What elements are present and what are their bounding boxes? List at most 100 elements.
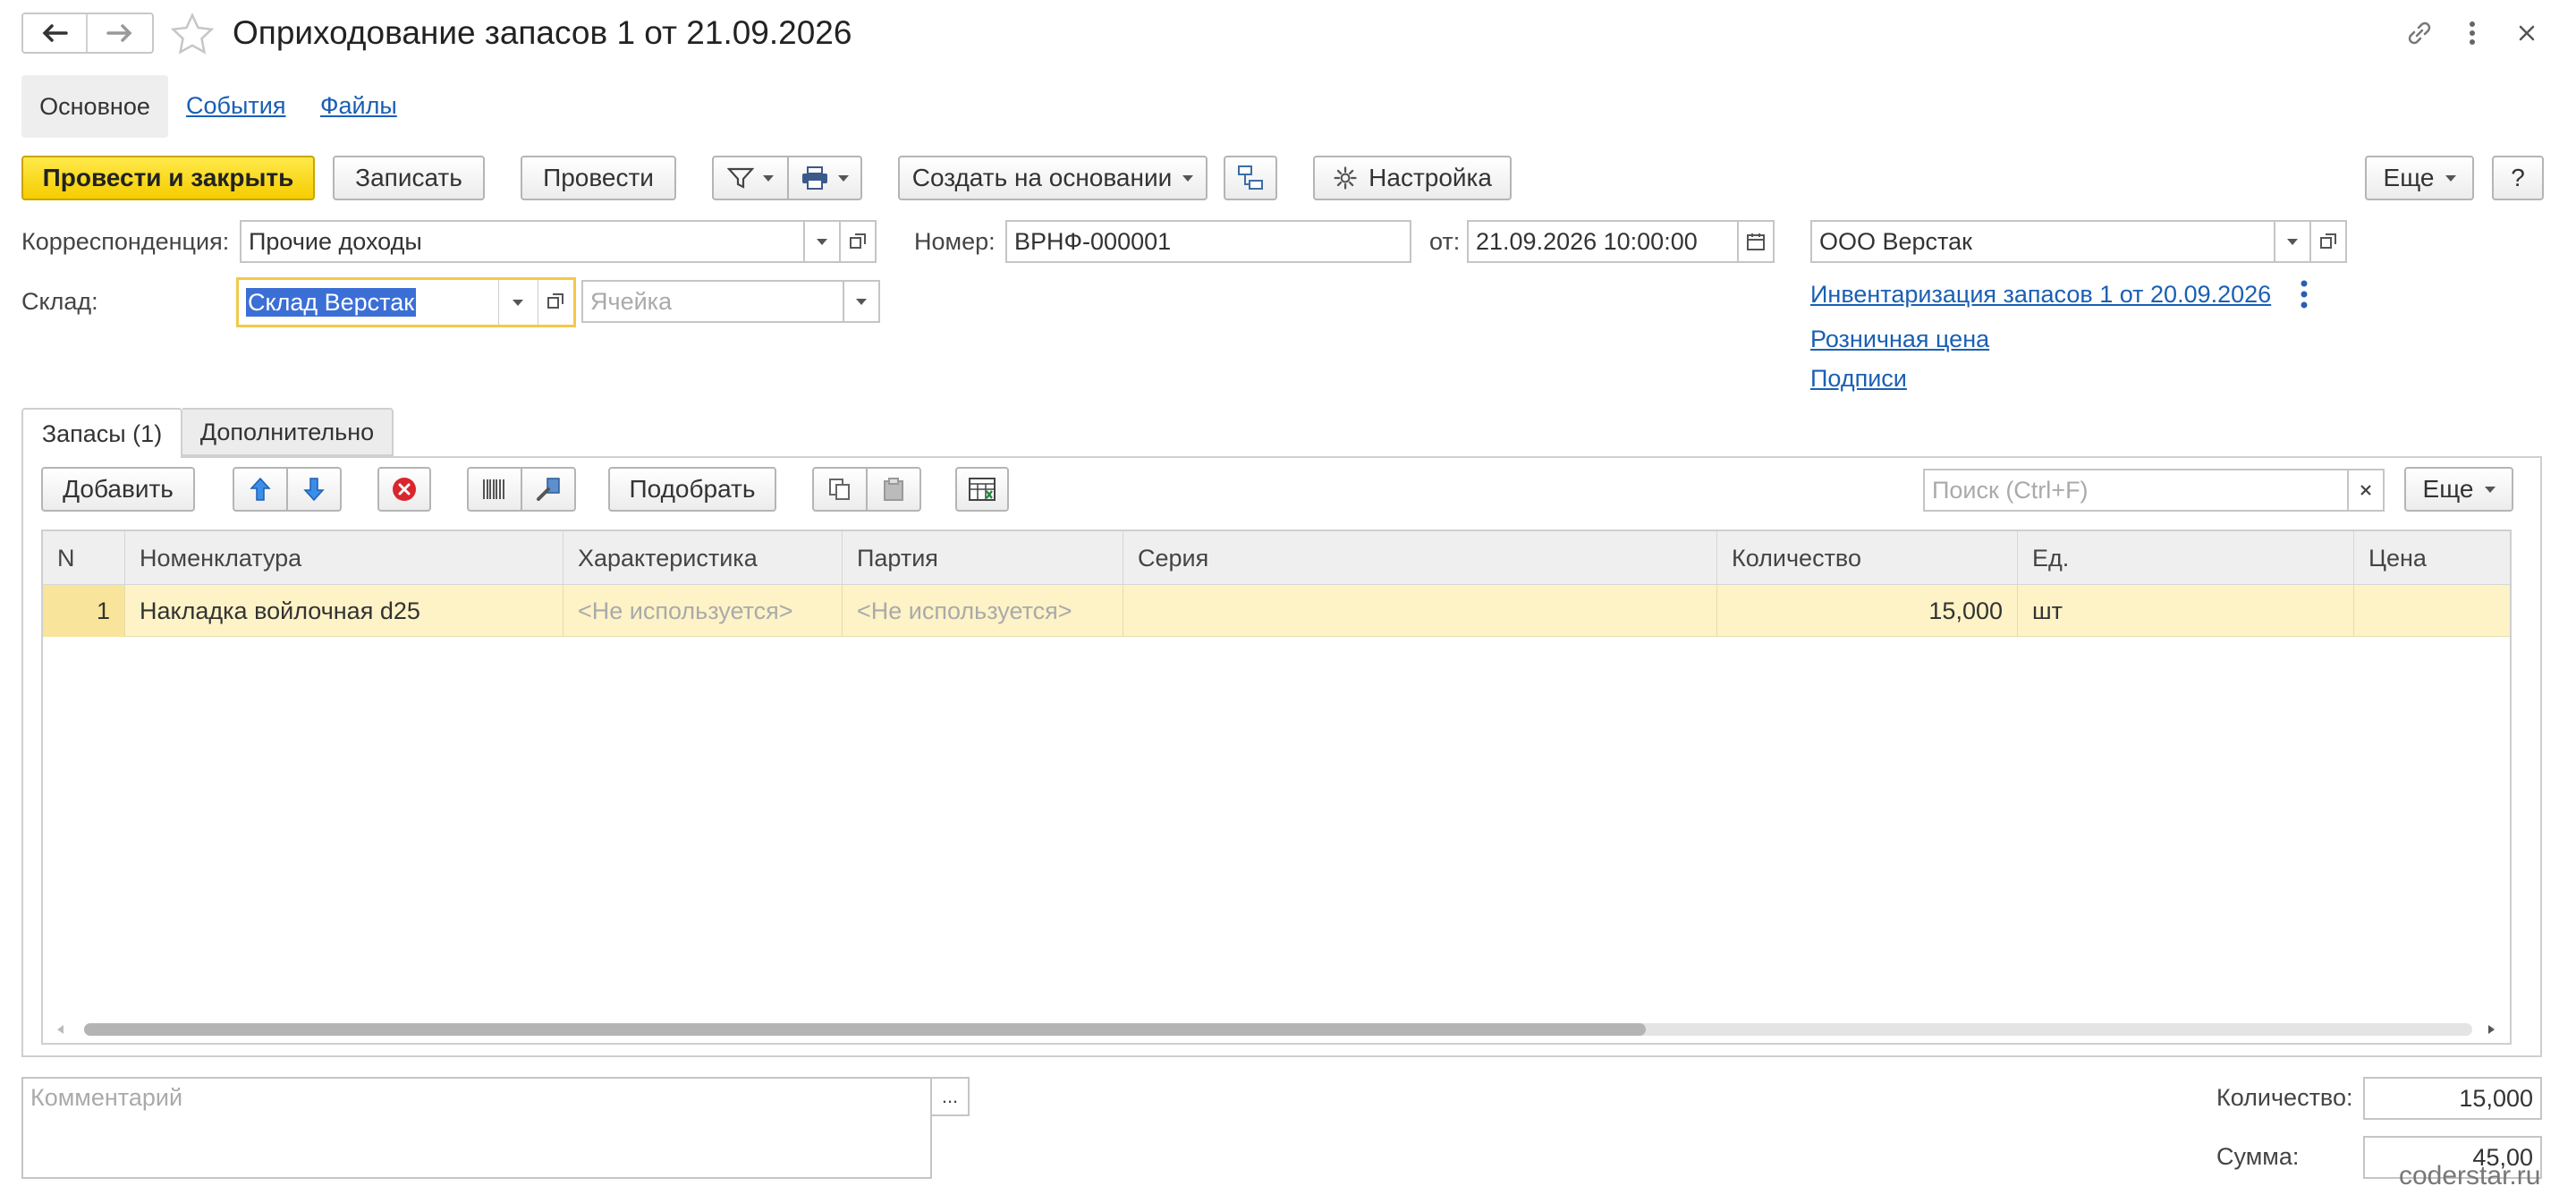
number-field[interactable]: ВРНФ-000001 [1005,220,1411,263]
column-header-item[interactable]: Номенклатура [125,531,564,585]
close-icon [2360,485,2371,496]
paste-button[interactable] [866,467,921,512]
total-sum-label: Сумма: [2216,1143,2300,1170]
date-field[interactable]: 21.09.2026 10:00:00 [1467,220,1739,263]
arrow-down-icon [303,478,325,502]
search-input[interactable]: Поиск (Ctrl+F) [1923,469,2349,512]
tab-stocks[interactable]: Запасы (1) [21,408,182,458]
kebab-menu-icon[interactable] [2462,18,2483,48]
column-header-characteristic[interactable]: Характеристика [564,531,843,585]
search-clear-button[interactable] [2347,469,2385,512]
copy-button[interactable] [812,467,868,512]
cell-quantity[interactable]: 15,000 [1717,585,2018,637]
scrollbar-thumb[interactable] [84,1023,1646,1036]
help-button[interactable]: ? [2492,156,2544,200]
correspondence-open[interactable] [839,220,877,263]
table-more-button[interactable]: Еще [2404,467,2513,512]
inventory-link[interactable]: Инвентаризация запасов 1 от 20.09.2026 [1810,281,2271,309]
scroll-right-icon[interactable] [2488,1025,2495,1034]
chevron-down-icon [856,298,867,305]
cell-field[interactable]: Ячейка [581,280,844,323]
open-window-icon [850,233,866,249]
cell-batch[interactable]: <Не используется> [843,585,1123,637]
scanner-icon [537,478,560,501]
cell-series[interactable] [1123,585,1717,637]
warehouse-field[interactable]: Склад Верстак [236,277,576,327]
more-label: Еще [2383,164,2435,191]
column-header-series[interactable]: Серия [1123,531,1717,585]
funnel-icon [727,167,754,189]
arrow-left-icon [42,24,68,42]
tab-additional[interactable]: Дополнительно [182,408,394,456]
column-header-unit[interactable]: Ед. [2018,531,2354,585]
correspondence-field[interactable]: Прочие доходы [240,220,805,263]
delete-row-button[interactable] [377,467,431,512]
forward-button[interactable] [88,14,152,52]
excel-button[interactable] [955,467,1009,512]
warehouse-value: Склад Верстак [246,288,417,317]
paste-icon [884,478,903,501]
chevron-down-icon [817,238,827,245]
open-window-icon[interactable] [547,292,564,310]
tab-additional-label: Дополнительно [199,418,375,445]
tab-files[interactable]: Файлы [320,92,397,120]
scanner-button[interactable] [521,467,576,512]
table-row[interactable]: 1 Накладка войлочная d25 <Не используетс… [43,585,2510,637]
printer-icon [802,166,827,190]
structure-button[interactable] [1224,156,1277,200]
add-row-button[interactable]: Добавить [41,467,195,512]
watermark: coderstar.ru [2399,1161,2541,1190]
back-button[interactable] [23,14,88,52]
tab-events[interactable]: События [186,92,285,120]
cell-item[interactable]: Накладка войлочная d25 [125,585,564,637]
post-and-close-button[interactable]: Провести и закрыть [21,156,315,200]
calendar-icon [1747,233,1765,250]
tab-main-label: Основное [39,92,150,120]
print-dropdown-button[interactable] [787,156,862,200]
save-button[interactable]: Записать [333,156,485,200]
scroll-left-icon[interactable] [57,1025,64,1034]
cell-unit[interactable]: шт [2018,585,2354,637]
column-header-n[interactable]: N [43,531,125,585]
delete-icon [393,478,416,501]
table-header: N Номенклатура Характеристика Партия Сер… [43,531,2510,585]
favorite-star-icon[interactable] [170,13,215,55]
settings-button[interactable]: Настройка [1313,156,1512,200]
column-header-price[interactable]: Цена [2354,531,2510,585]
warehouse-label: Склад: [21,288,98,315]
filter-dropdown-button[interactable] [712,156,789,200]
barcode-button[interactable] [467,467,522,512]
signatures-link[interactable]: Подписи [1810,365,1907,393]
horizontal-scrollbar[interactable] [43,1016,2510,1043]
nav-group [21,13,154,54]
pick-button[interactable]: Подобрать [608,467,776,512]
retail-price-link[interactable]: Розничная цена [1810,326,1989,353]
column-header-quantity[interactable]: Количество [1717,531,2018,585]
organization-dropdown[interactable] [2274,220,2311,263]
comment-field[interactable]: Комментарий [21,1077,932,1179]
cell-n[interactable]: 1 [43,585,125,637]
more-button[interactable]: Еще [2365,156,2474,200]
move-down-button[interactable] [286,467,342,512]
link-icon[interactable] [2404,18,2435,48]
organization-field[interactable]: ООО Верстак [1810,220,2275,263]
calendar-button[interactable] [1737,220,1775,263]
hierarchy-icon [1238,165,1263,190]
kebab-menu-icon[interactable] [2293,277,2315,311]
column-header-batch[interactable]: Партия [843,531,1123,585]
chevron-down-icon[interactable] [513,300,523,306]
comment-expand-button[interactable]: ... [930,1077,970,1116]
cell-dropdown[interactable] [843,280,880,323]
correspondence-dropdown[interactable] [803,220,841,263]
page-title: Оприходование запасов 1 от 21.09.2026 [233,14,852,51]
number-label: Номер: [914,228,996,255]
create-based-on-button[interactable]: Создать на основании [898,156,1208,200]
cell-price[interactable] [2354,585,2510,637]
tab-main[interactable]: Основное [21,75,168,138]
organization-open[interactable] [2309,220,2347,263]
close-icon[interactable] [2513,20,2540,47]
cell-characteristic[interactable]: <Не используется> [564,585,843,637]
date-label: от: [1429,228,1461,255]
post-button[interactable]: Провести [521,156,676,200]
move-up-button[interactable] [233,467,288,512]
